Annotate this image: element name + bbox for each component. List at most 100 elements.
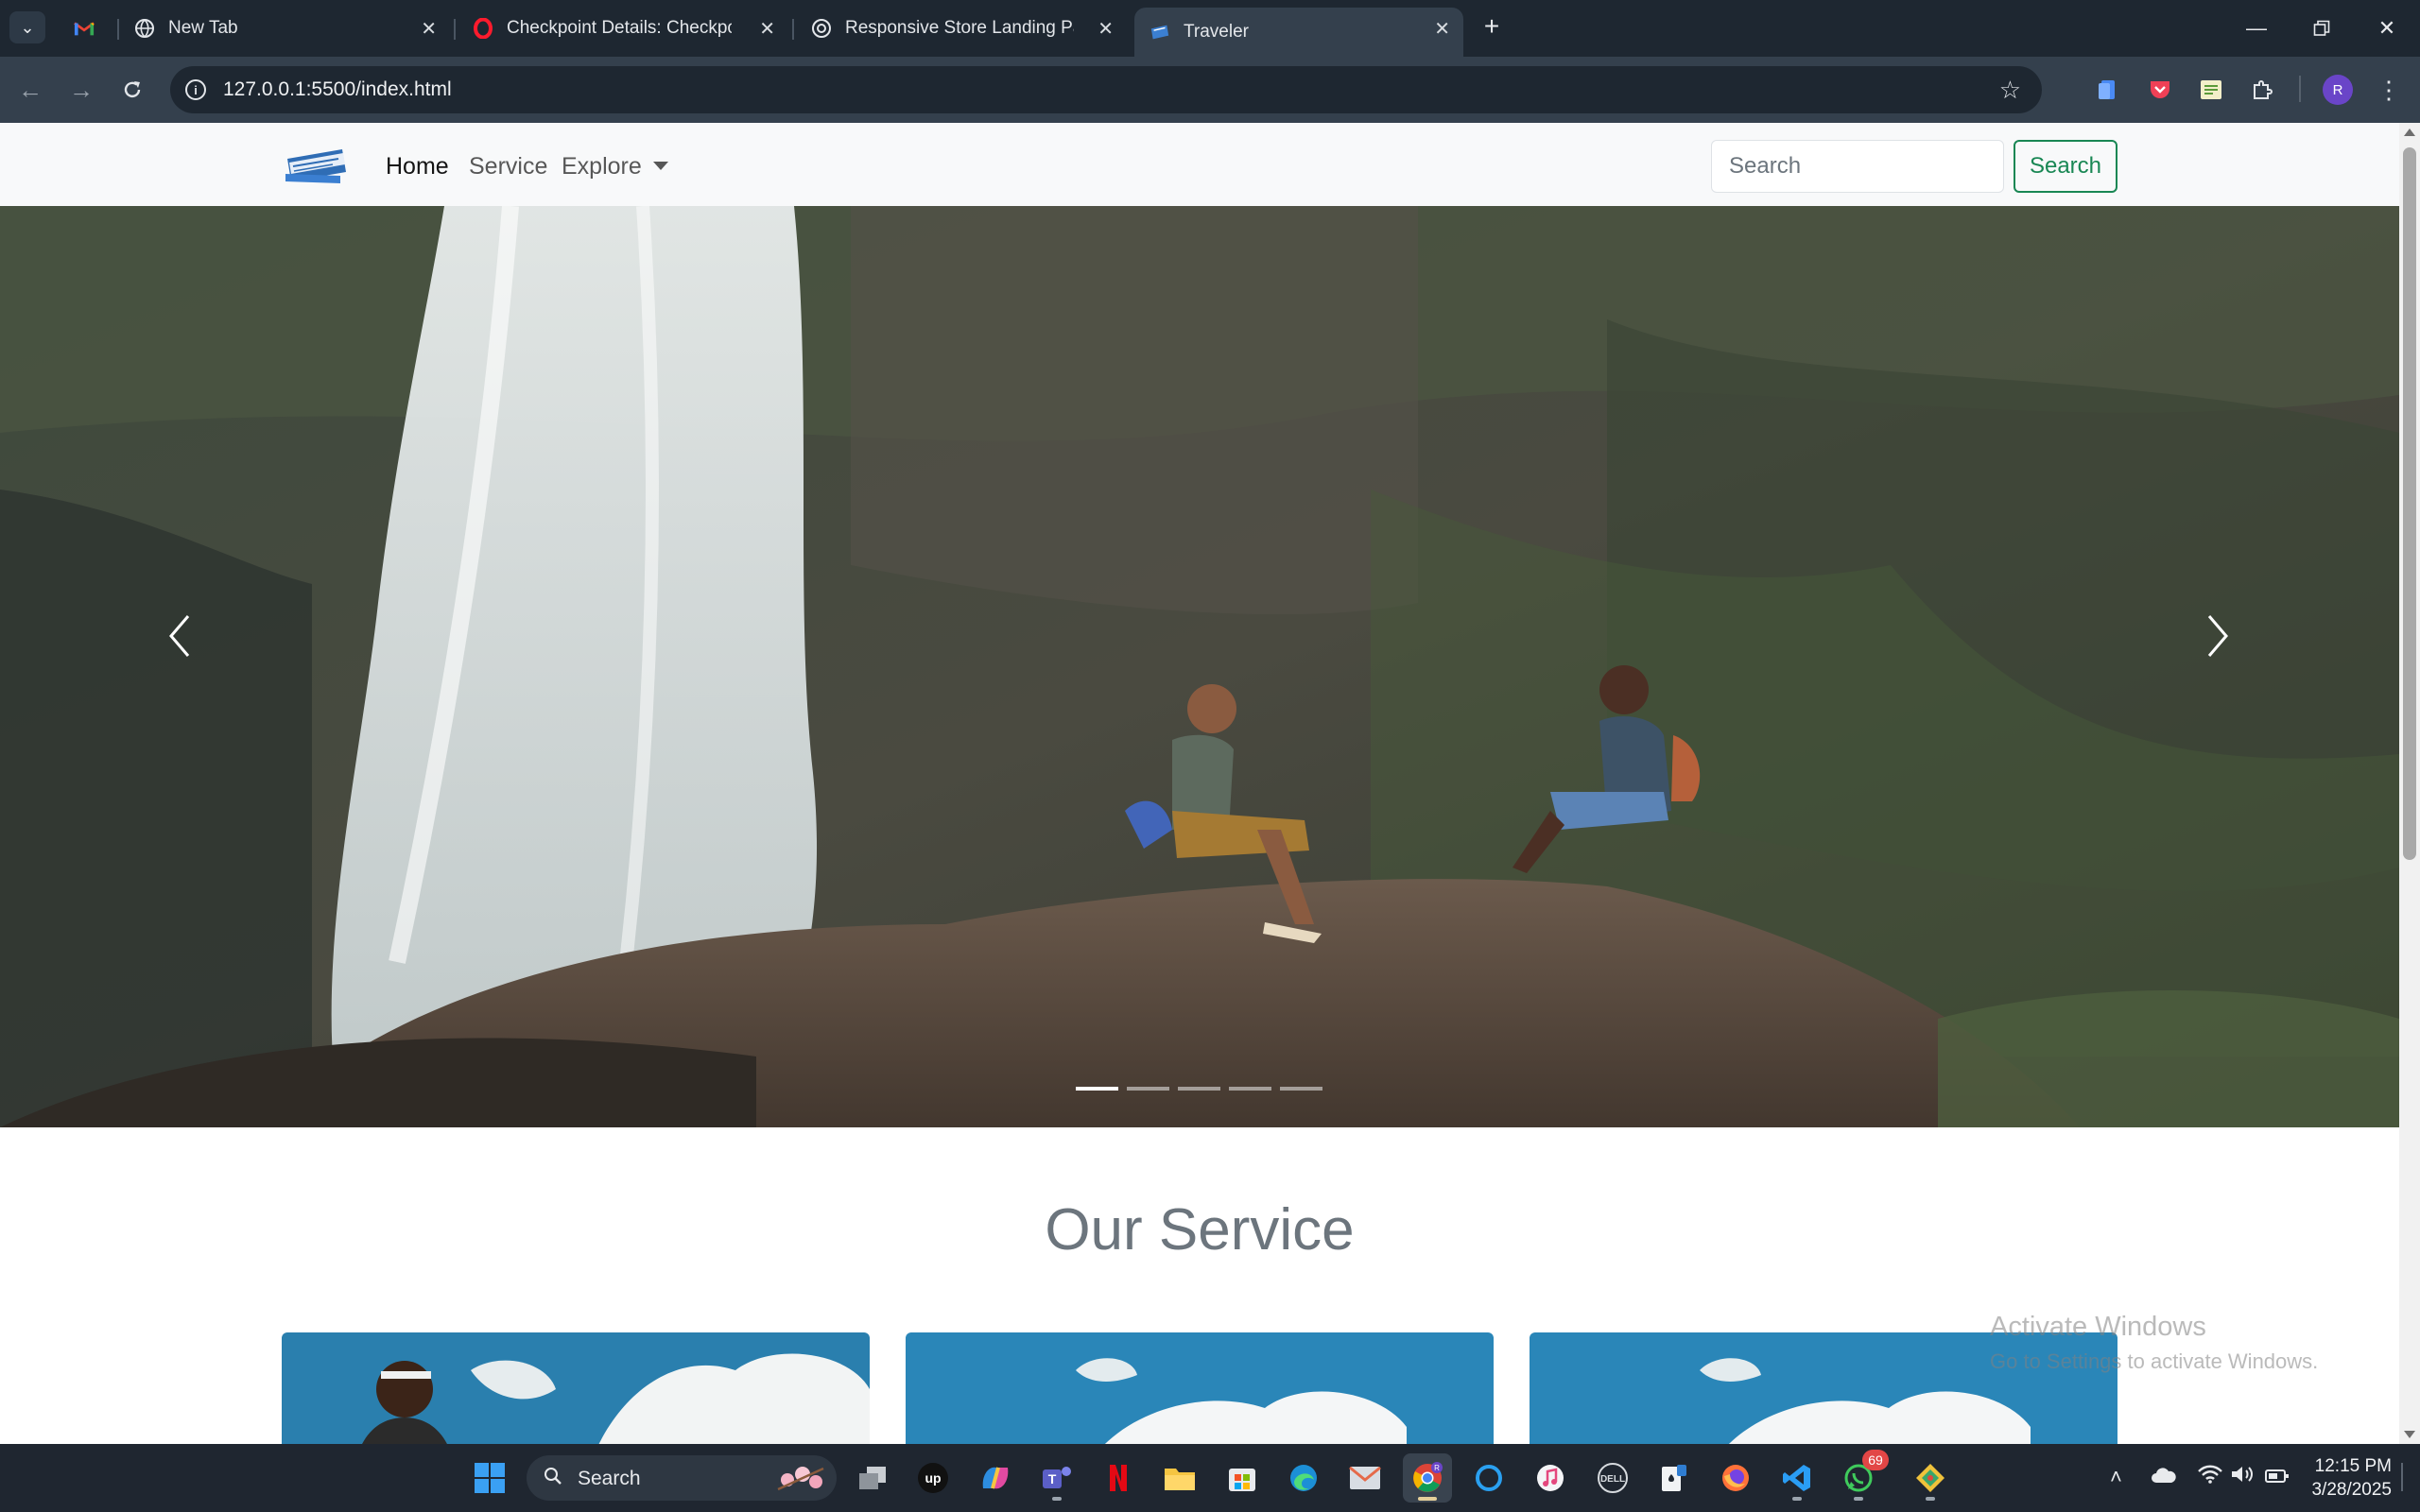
web-page: Home Service Explore Search Search Our S… (0, 123, 2399, 1444)
wifi-icon[interactable] (2198, 1465, 2222, 1489)
close-icon[interactable]: ✕ (1098, 17, 1114, 41)
tab-title: Responsive Store Landing Page (845, 18, 1074, 38)
carousel-prev-button[interactable] (142, 584, 217, 688)
git-tool-icon[interactable] (1906, 1453, 1955, 1503)
tab-gmail[interactable] (59, 8, 113, 49)
svg-text:DELL: DELL (1600, 1474, 1625, 1485)
nav-explore-dropdown[interactable]: Explore (562, 153, 668, 180)
microsoft-store-icon[interactable] (1218, 1453, 1267, 1503)
reload-icon[interactable] (115, 73, 149, 107)
mail-icon[interactable] (1340, 1453, 1390, 1503)
whatsapp-notification-badge: 69 (1862, 1450, 1889, 1470)
extensions-puzzle-icon[interactable] (2248, 76, 2276, 104)
file-explorer-icon[interactable] (1155, 1453, 1204, 1503)
openai-icon (811, 18, 832, 39)
svg-text:T: T (1048, 1471, 1057, 1486)
chevron-left-icon (169, 615, 190, 657)
notes-extension-icon[interactable] (2197, 76, 2225, 104)
bookmark-star-icon[interactable]: ☆ (1999, 76, 2021, 105)
chevron-up-icon[interactable]: ˄ (2110, 1465, 2122, 1489)
battery-icon[interactable] (2265, 1465, 2290, 1489)
close-icon[interactable]: ✕ (421, 17, 437, 41)
service-card-image (906, 1332, 1494, 1444)
scrollbar-thumb[interactable] (2403, 147, 2416, 860)
clock-date: 3/28/2025 (2311, 1480, 2392, 1500)
volume-icon[interactable] (2231, 1465, 2256, 1489)
dell-icon[interactable]: DELL (1588, 1453, 1637, 1503)
tab-checkpoint[interactable]: Checkpoint Details: Checkpoint ✕ (458, 8, 788, 49)
globe-icon (134, 18, 155, 39)
pocket-extension-icon[interactable] (2146, 76, 2174, 104)
chrome-icon[interactable]: R (1403, 1453, 1452, 1503)
url-text[interactable]: 127.0.0.1:5500/index.html (223, 78, 452, 101)
nav-service-link[interactable]: Service (469, 153, 547, 180)
brand-ticket-logo-icon[interactable] (285, 146, 348, 185)
taskbar-search-label: Search (578, 1468, 641, 1489)
netflix-icon[interactable] (1094, 1453, 1143, 1503)
teams-icon[interactable]: T (1032, 1453, 1081, 1503)
page-scrollbar[interactable] (2399, 123, 2420, 1444)
toolbar-divider (2299, 76, 2301, 102)
tab-search-chevron-icon[interactable]: ⌄ (9, 11, 45, 43)
address-bar[interactable]: i 127.0.0.1:5500/index.html ☆ (170, 66, 2042, 113)
carousel-indicator[interactable] (1127, 1087, 1169, 1091)
forward-arrow-icon[interactable]: → (64, 73, 98, 107)
tab-separator (454, 19, 456, 40)
carousel-indicator[interactable] (1280, 1087, 1322, 1091)
svg-text:up: up (925, 1470, 941, 1486)
profile-avatar[interactable]: R (2323, 75, 2353, 105)
tab-responsive-store[interactable]: Responsive Store Landing Page ✕ (796, 8, 1127, 49)
clock-time: 12:15 PM (2314, 1456, 2392, 1476)
ticket-icon (1150, 22, 1170, 43)
gmail-icon (74, 18, 95, 39)
firefox-icon[interactable] (1711, 1453, 1760, 1503)
site-search-button[interactable]: Search (2014, 140, 2118, 193)
task-view-icon[interactable] (848, 1453, 897, 1503)
tab-title: Traveler (1184, 22, 1249, 42)
close-window-icon[interactable]: ✕ (2365, 9, 2409, 47)
show-desktop-divider[interactable] (2401, 1463, 2403, 1491)
close-icon[interactable]: ✕ (1434, 17, 1450, 41)
close-icon[interactable]: ✕ (759, 17, 775, 41)
cortana-icon[interactable] (1464, 1453, 1513, 1503)
edge-icon[interactable] (1279, 1453, 1328, 1503)
onedrive-cloud-icon[interactable] (2151, 1465, 2177, 1489)
vscode-icon[interactable] (1772, 1453, 1822, 1503)
windows-taskbar: Search up T R DELL 69 ˄ 12:15 PM 3/28/20… (0, 1444, 2420, 1512)
opera-icon (473, 18, 493, 39)
copilot-icon[interactable] (971, 1453, 1020, 1503)
carousel-indicator[interactable] (1229, 1087, 1271, 1091)
activate-windows-title: Activate Windows (1990, 1312, 2206, 1342)
taskbar-search-box[interactable]: Search (527, 1455, 837, 1501)
carousel-indicator[interactable] (1076, 1087, 1118, 1091)
back-arrow-icon[interactable]: ← (13, 73, 47, 107)
carousel-indicator[interactable] (1178, 1087, 1220, 1091)
whatsapp-icon[interactable]: 69 (1834, 1450, 1889, 1503)
restore-icon[interactable] (2300, 9, 2343, 47)
tab-new-tab[interactable]: New Tab ✕ (119, 8, 450, 49)
hero-carousel (0, 206, 2399, 1127)
activate-windows-subtitle: Go to Settings to activate Windows. (1990, 1349, 2319, 1373)
upwork-icon[interactable]: up (908, 1453, 958, 1503)
new-tab-plus-icon[interactable]: + (1477, 11, 1507, 42)
tab-traveler[interactable]: Traveler ✕ (1134, 8, 1463, 57)
browser-toolbar: ← → i 127.0.0.1:5500/index.html ☆ ⋮ (0, 57, 2420, 123)
scroll-down-arrow-icon[interactable] (2404, 1431, 2415, 1438)
site-info-icon[interactable]: i (185, 79, 206, 100)
chevron-right-icon (2207, 615, 2228, 657)
itunes-icon[interactable] (1526, 1453, 1575, 1503)
taskbar-clock[interactable]: 12:15 PM 3/28/2025 (2307, 1454, 2392, 1502)
nav-home-link[interactable]: Home (386, 153, 449, 180)
site-search-input[interactable] (1711, 140, 2004, 193)
tab-title: New Tab (168, 18, 238, 38)
solitaire-icon[interactable] (1650, 1453, 1699, 1503)
svg-text:R: R (1434, 1464, 1440, 1472)
menu-kebab-icon[interactable]: ⋮ (2375, 76, 2403, 104)
cherry-blossom-icon (777, 1467, 824, 1491)
minimize-icon[interactable]: — (2235, 9, 2278, 47)
scroll-up-arrow-icon[interactable] (2404, 129, 2415, 136)
google-docs-extension-icon[interactable] (2094, 76, 2122, 104)
windows-start-icon[interactable] (465, 1453, 514, 1503)
carousel-next-button[interactable] (2180, 584, 2256, 688)
tab-separator (792, 19, 794, 40)
